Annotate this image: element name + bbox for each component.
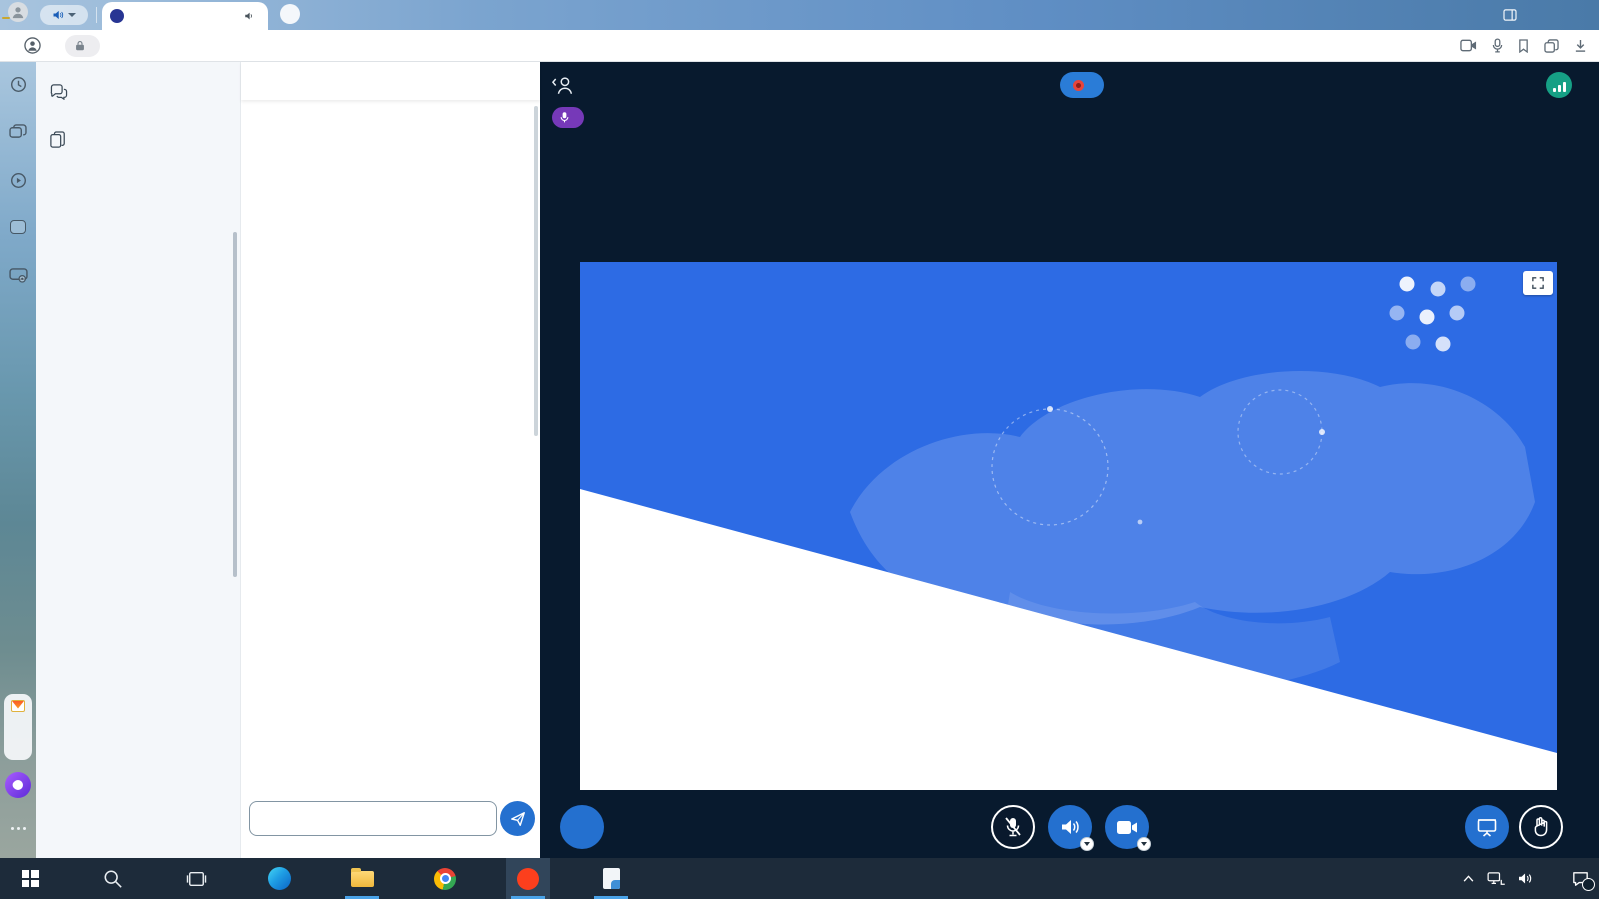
lock-icon: [75, 40, 85, 51]
chrome-icon[interactable]: [423, 858, 467, 899]
history-icon[interactable]: [0, 76, 36, 93]
bbb-sidebar: [36, 62, 240, 858]
new-tab-button[interactable]: [280, 4, 300, 24]
more-options-icon[interactable]: [0, 827, 36, 830]
chat-header: [241, 62, 540, 100]
tab-audio-control[interactable]: [40, 5, 88, 25]
screen: [0, 0, 1599, 899]
camera-permission-icon[interactable]: [1460, 39, 1477, 52]
webcam-options-badge[interactable]: [1137, 837, 1151, 851]
action-bar: [540, 805, 1599, 849]
bookmark-icon[interactable]: [1518, 39, 1529, 53]
presentation-icon: [1477, 818, 1497, 837]
volume-icon[interactable]: [1518, 872, 1533, 885]
mic-icon: [560, 111, 569, 124]
notification-count-badge: [1582, 878, 1595, 891]
browser-tab-bar: [0, 0, 1599, 30]
side-panel-icon[interactable]: [1503, 9, 1517, 21]
webcam-on-icon: [1116, 820, 1138, 835]
notes-icon: [50, 131, 66, 149]
alice-assistant-icon[interactable]: [5, 772, 31, 798]
chevron-down-icon: [68, 13, 76, 17]
tray-expand-icon[interactable]: [1463, 875, 1474, 882]
system-tray: [1463, 858, 1599, 899]
talking-indicator[interactable]: [552, 107, 584, 128]
webcam-button[interactable]: [1105, 805, 1149, 849]
chat-message-input[interactable]: [249, 801, 497, 836]
browser-toolbar: [0, 30, 1599, 62]
mail-icon[interactable]: [11, 700, 25, 712]
presentation-slide: [580, 262, 1557, 790]
audio-button[interactable]: [1048, 805, 1092, 849]
file-explorer-icon[interactable]: [340, 858, 384, 899]
slide-fullscreen-button[interactable]: [1523, 271, 1553, 295]
video-icon[interactable]: [0, 172, 36, 189]
mic-muted-icon: [1003, 816, 1023, 838]
network-icon[interactable]: [1487, 872, 1505, 886]
chat-scrollbar[interactable]: [534, 106, 538, 436]
russia-map-decoration: [580, 262, 1557, 790]
actions-plus-button[interactable]: [560, 805, 604, 849]
person-icon: [11, 5, 25, 19]
task-view-icon[interactable]: [174, 858, 218, 899]
bbb-main-area: [540, 62, 1599, 858]
notifications-icon[interactable]: [1572, 871, 1589, 887]
audio-options-badge[interactable]: [1080, 837, 1094, 851]
sidebar-item-shared-notes[interactable]: [36, 122, 240, 158]
slide-blue-wedge: [580, 262, 1557, 790]
chat-message-list: [241, 104, 532, 760]
restore-presentation-button[interactable]: [1465, 805, 1509, 849]
strip-apps-panel: [4, 694, 32, 760]
screencast-icon[interactable]: [0, 268, 36, 283]
start-button[interactable]: [8, 858, 52, 899]
typing-indicator: [251, 843, 255, 854]
chat-bubbles-icon: [50, 84, 68, 100]
login-badge[interactable]: [2, 17, 10, 19]
toggle-userlist-button[interactable]: [552, 75, 576, 95]
mic-permission-icon[interactable]: [1492, 38, 1503, 53]
chat-panel: [240, 62, 540, 858]
feed-icon[interactable]: [0, 124, 36, 139]
record-dot-icon: [1073, 80, 1084, 91]
raise-hand-button[interactable]: [1519, 805, 1563, 849]
bbb-favicon: [110, 9, 124, 23]
notes-app-icon[interactable]: [589, 858, 633, 899]
address-bar[interactable]: [65, 35, 100, 57]
tab-bigbluebutton[interactable]: [102, 2, 268, 30]
yandex-browser-icon[interactable]: [506, 858, 550, 899]
recording-indicator[interactable]: [1060, 72, 1104, 98]
hand-icon: [1532, 817, 1550, 837]
connection-status-icon[interactable]: [1546, 72, 1572, 98]
taskbar: [0, 858, 1599, 899]
mute-button[interactable]: [991, 805, 1035, 849]
collections-icon[interactable]: [1544, 39, 1559, 53]
browser-profile-avatar[interactable]: [8, 2, 28, 22]
send-icon: [510, 811, 526, 827]
messenger-badge-icon[interactable]: [0, 220, 36, 234]
speaker-on-icon: [1060, 818, 1080, 836]
users-scrollbar[interactable]: [233, 232, 237, 577]
sidebar-item-public-chat[interactable]: [36, 75, 240, 109]
edge-icon[interactable]: [257, 858, 301, 899]
download-icon[interactable]: [1574, 39, 1587, 53]
browser-side-strip: [0, 62, 36, 858]
send-message-button[interactable]: [500, 801, 535, 836]
taskbar-search-icon[interactable]: [91, 858, 135, 899]
profile-icon[interactable]: [24, 37, 41, 54]
speaker-icon: [52, 9, 64, 21]
tab-audio-icon[interactable]: [244, 11, 254, 21]
divider: [96, 7, 97, 23]
